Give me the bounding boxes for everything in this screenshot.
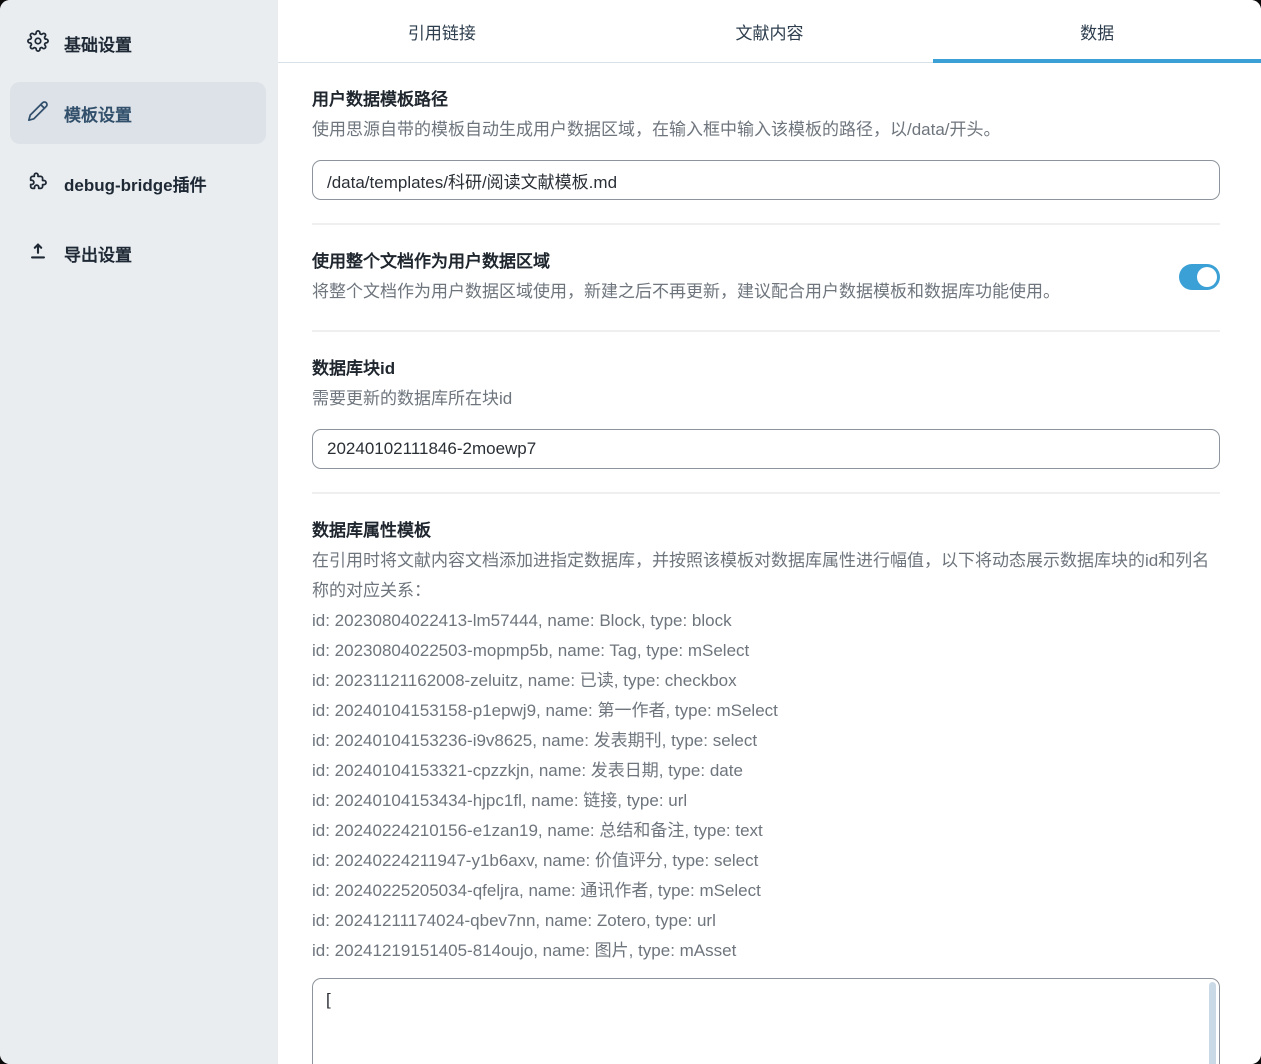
mapping-line: id: 20241219151405-814oujo, name: 图片, ty… — [312, 941, 737, 960]
settings-content: 用户数据模板路径 使用思源自带的模板自动生成用户数据区域，在输入框中输入该模板的… — [278, 63, 1261, 1064]
mapping-line: id: 20240104153236-i9v8625, name: 发表期刊, … — [312, 731, 758, 750]
mapping-line: id: 20240104153434-hjpc1fl, name: 链接, ty… — [312, 791, 688, 810]
setting-description: 将整个文档作为用户数据区域使用，新建之后不再更新，建议配合用户数据模板和数据库功… — [312, 282, 1060, 301]
mapping-line: id: 20240224211947-y1b6axv, name: 价值评分, … — [312, 851, 759, 870]
mapping-line: id: 20240104153321-cpzzkjn, name: 发表日期, … — [312, 761, 743, 780]
section-whole-doc-as-user-data: 使用整个文档作为用户数据区域 将整个文档作为用户数据区域使用，新建之后不再更新，… — [312, 225, 1220, 332]
tab-literature-content[interactable]: 文献内容 — [606, 0, 934, 62]
settings-sidebar: 基础设置 模板设置 debug-bridge插件 导出设置 — [0, 0, 278, 1064]
toggle-knob — [1197, 267, 1217, 287]
setting-title: 用户数据模板路径 — [312, 90, 448, 109]
database-block-id-input[interactable] — [312, 429, 1220, 469]
sidebar-item-basic-settings[interactable]: 基础设置 — [10, 12, 266, 74]
whole-doc-toggle[interactable] — [1179, 264, 1220, 290]
sidebar-item-export-settings[interactable]: 导出设置 — [10, 222, 266, 284]
attribute-template-editor-wrap: [ — [312, 978, 1220, 1064]
attribute-template-textarea[interactable]: [ — [312, 978, 1220, 1064]
sidebar-item-template-settings[interactable]: 模板设置 — [10, 82, 266, 144]
setting-description: 使用思源自带的模板自动生成用户数据区域，在输入框中输入该模板的路径，以/data… — [312, 120, 1001, 139]
textarea-scrollbar[interactable] — [1209, 982, 1216, 1064]
sidebar-item-label: 基础设置 — [64, 35, 132, 55]
setting-title: 数据库块id — [312, 359, 396, 378]
setting-description: 需要更新的数据库所在块id — [312, 389, 513, 408]
sidebar-item-label: 模板设置 — [64, 105, 132, 125]
column-mapping-list: id: 20230804022413-lm57444, name: Block,… — [312, 606, 1220, 966]
setting-title: 使用整个文档作为用户数据区域 — [312, 252, 550, 271]
tab-label: 数据 — [1080, 23, 1115, 43]
tab-data[interactable]: 数据 — [933, 0, 1261, 63]
puzzle-icon — [27, 170, 49, 197]
tab-label: 引用链接 — [407, 23, 476, 43]
mapping-line: id: 20230804022413-lm57444, name: Block,… — [312, 611, 732, 630]
mapping-line: id: 20240225205034-qfeljra, name: 通讯作者, … — [312, 881, 761, 900]
section-user-data-template-path: 用户数据模板路径 使用思源自带的模板自动生成用户数据区域，在输入框中输入该模板的… — [312, 63, 1220, 225]
mapping-line: id: 20230804022503-mopmp5b, name: Tag, t… — [312, 641, 750, 660]
mapping-line: id: 20231121162008-zeluitz, name: 已读, ty… — [312, 671, 737, 690]
settings-tab-bar: 引用链接 文献内容 数据 — [278, 0, 1261, 63]
settings-main-panel: 引用链接 文献内容 数据 用户数据模板路径 使用思源自带的模板自动生成用户数据区… — [278, 0, 1261, 1064]
tab-label: 文献内容 — [735, 23, 804, 43]
sidebar-item-label: 导出设置 — [64, 245, 132, 265]
template-path-input[interactable] — [312, 160, 1220, 200]
mapping-line: id: 20240224210156-e1zan19, name: 总结和备注,… — [312, 821, 763, 840]
gear-icon — [27, 29, 49, 57]
sidebar-item-label: debug-bridge插件 — [64, 175, 207, 195]
setting-title: 数据库属性模板 — [312, 521, 431, 540]
section-database-block-id: 数据库块id 需要更新的数据库所在块id — [312, 332, 1220, 494]
pencil-icon — [27, 100, 49, 127]
mapping-line: id: 20241211174024-qbev7nn, name: Zotero… — [312, 911, 716, 930]
tab-citation-link[interactable]: 引用链接 — [278, 0, 606, 62]
plugin-settings-window: 基础设置 模板设置 debug-bridge插件 导出设置 引用链接 文献内容 … — [0, 0, 1261, 1064]
section-database-attribute-template: 数据库属性模板 在引用时将文献内容文档添加进指定数据库，并按照该模板对数据库属性… — [312, 494, 1220, 1064]
mapping-line: id: 20240104153158-p1epwj9, name: 第一作者, … — [312, 701, 778, 720]
upload-icon — [27, 240, 49, 267]
setting-description: 在引用时将文献内容文档添加进指定数据库，并按照该模板对数据库属性进行幅值，以下将… — [312, 551, 1210, 600]
sidebar-item-debug-bridge[interactable]: debug-bridge插件 — [10, 152, 266, 214]
